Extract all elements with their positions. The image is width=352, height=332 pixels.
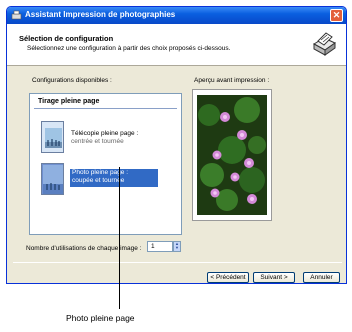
- config-thumbnail[interactable]: [41, 121, 64, 153]
- next-button[interactable]: Suivant >: [253, 272, 295, 283]
- config-option-fax[interactable]: Télécopie pleine page : centrée et tourn…: [71, 130, 138, 146]
- usage-label: Nombre d'utilisations de chaque image :: [26, 245, 142, 252]
- printer-icon: [11, 10, 22, 20]
- close-button[interactable]: ✕: [330, 9, 343, 22]
- wizard-window: Assistant Impression de photographies ✕ …: [6, 6, 347, 284]
- page-title: Sélection de configuration: [19, 34, 114, 43]
- spin-down-icon[interactable]: ▼: [174, 246, 180, 250]
- cancel-button[interactable]: Annuler: [303, 272, 340, 283]
- flower-photo: [197, 95, 267, 215]
- callout-line: [119, 167, 120, 309]
- preview-label: Aperçu avant impression :: [194, 77, 270, 84]
- previous-button[interactable]: < Précédent: [207, 272, 249, 283]
- title-bar[interactable]: Assistant Impression de photographies ✕: [7, 7, 346, 24]
- photo-printer-icon: [312, 32, 337, 56]
- config-list[interactable]: Tirage pleine page Télécopie pleine page…: [29, 93, 182, 235]
- callout-caption: Photo pleine page: [66, 313, 135, 323]
- usage-count-input[interactable]: 1: [147, 241, 173, 252]
- config-group-title: Tirage pleine page: [34, 98, 177, 109]
- usage-spinner[interactable]: ▲ ▼: [173, 241, 181, 252]
- page-subtitle: Sélectionnez une configuration à partir …: [27, 45, 231, 52]
- window-title: Assistant Impression de photographies: [25, 10, 176, 19]
- config-thumbnail-selected[interactable]: [41, 163, 64, 195]
- configs-label: Configurations disponibles :: [32, 77, 112, 84]
- close-icon: ✕: [332, 10, 341, 20]
- print-preview: [192, 89, 272, 221]
- config-option-photo-selected[interactable]: Photo pleine page : coupée et tournée: [70, 169, 158, 187]
- wizard-header: Sélection de configuration Sélectionnez …: [7, 24, 346, 66]
- footer-separator: [13, 262, 342, 263]
